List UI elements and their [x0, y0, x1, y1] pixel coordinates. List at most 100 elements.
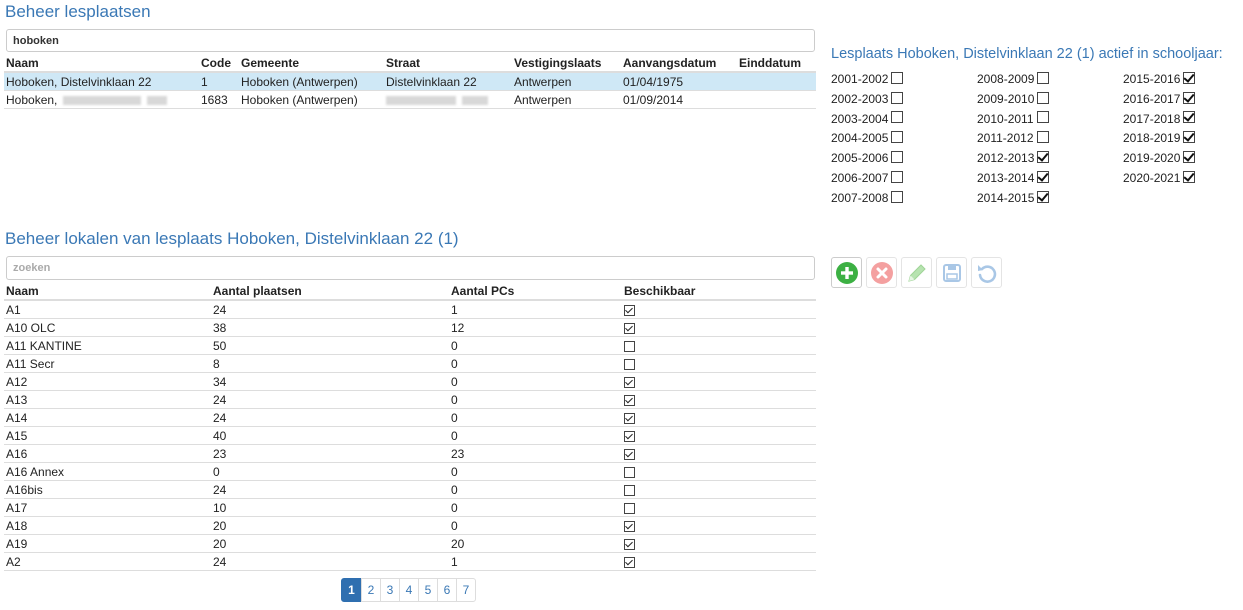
table-row[interactable]: A1 24 1 — [4, 300, 816, 319]
school-year-2006-2007[interactable]: 2006-2007 — [831, 170, 904, 185]
school-year-checkbox[interactable] — [891, 71, 904, 84]
page-7[interactable]: 7 — [456, 578, 476, 602]
available-checkbox[interactable] — [624, 430, 635, 442]
school-year-checkbox[interactable] — [891, 170, 904, 183]
school-year-2001-2002[interactable]: 2001-2002 — [831, 71, 904, 86]
page-5[interactable]: 5 — [418, 578, 438, 602]
save-button[interactable] — [936, 257, 967, 288]
table-row[interactable]: A13 24 0 — [4, 390, 816, 409]
school-year-2015-2016[interactable]: 2015-2016 — [1123, 71, 1196, 86]
column-header[interactable]: Aantal plaatsen — [211, 283, 449, 301]
table-row[interactable]: A17 10 0 — [4, 498, 816, 517]
column-header[interactable]: Gemeente — [239, 55, 384, 73]
school-year-2010-2011[interactable]: 2010-2011 — [977, 111, 1049, 126]
table-row[interactable]: A11 Secr 8 0 — [4, 354, 816, 373]
school-year-checkbox[interactable] — [1183, 111, 1196, 124]
school-year-checkbox[interactable] — [1037, 190, 1050, 203]
school-year-2003-2004[interactable]: 2003-2004 — [831, 111, 904, 126]
available-checkbox[interactable] — [624, 466, 635, 478]
school-year-2013-2014[interactable]: 2013-2014 — [977, 170, 1050, 185]
school-year-checkbox[interactable] — [1037, 91, 1050, 104]
location-search-input[interactable] — [6, 29, 815, 52]
available-checkbox[interactable] — [624, 304, 635, 316]
available-checkbox[interactable] — [624, 448, 635, 460]
school-year-2018-2019[interactable]: 2018-2019 — [1123, 131, 1196, 145]
column-header[interactable]: Straat — [384, 55, 512, 73]
cell-pcs: 0 — [449, 426, 622, 445]
school-year-label: 2008-2009 — [977, 72, 1035, 86]
column-header[interactable]: Aanvangsdatum — [621, 55, 737, 73]
table-row[interactable]: A16bis 24 0 — [4, 480, 816, 499]
page-1[interactable]: 1 — [341, 578, 362, 602]
page-6[interactable]: 6 — [437, 578, 457, 602]
table-row[interactable]: A2 24 1 — [4, 552, 816, 571]
school-year-checkbox[interactable] — [891, 151, 904, 164]
table-row[interactable]: A16 Annex 0 0 — [4, 462, 816, 481]
school-year-checkbox[interactable] — [1037, 170, 1050, 183]
school-year-2007-2008[interactable]: 2007-2008 — [831, 190, 904, 205]
table-row[interactable]: A19 20 20 — [4, 534, 816, 553]
school-year-checkbox[interactable] — [1037, 151, 1050, 164]
school-year-checkbox[interactable] — [891, 131, 904, 144]
page-2[interactable]: 2 — [361, 578, 381, 602]
available-checkbox[interactable] — [624, 484, 635, 496]
table-row[interactable]: A15 40 0 — [4, 426, 816, 445]
column-header[interactable]: Vestigingslaats — [512, 55, 621, 73]
column-header[interactable]: Beschikbaar — [622, 283, 816, 301]
school-year-checkbox[interactable] — [891, 111, 904, 124]
available-checkbox[interactable] — [624, 556, 635, 568]
available-checkbox[interactable] — [624, 538, 635, 550]
table-row[interactable]: A18 20 0 — [4, 516, 816, 535]
school-year-2019-2020[interactable]: 2019-2020 — [1123, 151, 1196, 165]
school-year-checkbox[interactable] — [1183, 170, 1196, 183]
available-checkbox[interactable] — [624, 412, 635, 424]
column-header[interactable]: Naam — [4, 55, 199, 73]
column-header[interactable]: Code — [199, 55, 239, 73]
table-row[interactable]: A12 34 0 — [4, 372, 816, 391]
page-4[interactable]: 4 — [399, 578, 419, 602]
table-row[interactable]: A10 OLC 38 12 — [4, 318, 816, 337]
school-year-checkbox[interactable] — [1036, 131, 1049, 144]
cell-beschikbaar — [622, 534, 816, 553]
available-checkbox[interactable] — [624, 322, 635, 334]
delete-button[interactable] — [866, 257, 897, 288]
school-year-2005-2006[interactable]: 2005-2006 — [831, 151, 904, 165]
school-year-2014-2015[interactable]: 2014-2015 — [977, 190, 1050, 205]
school-year-2004-2005[interactable]: 2004-2005 — [831, 131, 904, 145]
undo-button[interactable] — [971, 257, 1002, 288]
school-year-checkbox[interactable] — [891, 190, 904, 203]
available-checkbox[interactable] — [624, 358, 635, 370]
available-checkbox[interactable] — [624, 520, 635, 532]
add-button[interactable] — [831, 257, 862, 288]
school-year-checkbox[interactable] — [1183, 71, 1196, 84]
table-row[interactable]: A11 KANTINE 50 0 — [4, 336, 816, 355]
available-checkbox[interactable] — [624, 394, 635, 406]
room-search-input[interactable] — [6, 256, 815, 280]
school-year-checkbox[interactable] — [1036, 111, 1049, 124]
school-year-checkbox[interactable] — [1183, 131, 1196, 144]
page-3[interactable]: 3 — [380, 578, 400, 602]
school-year-2017-2018[interactable]: 2017-2018 — [1123, 111, 1196, 126]
school-year-2008-2009[interactable]: 2008-2009 — [977, 71, 1050, 86]
available-checkbox[interactable] — [624, 340, 635, 352]
column-header[interactable]: Aantal PCs — [449, 283, 622, 301]
school-year-checkbox[interactable] — [891, 91, 904, 104]
school-year-2011-2012[interactable]: 2011-2012 — [977, 131, 1049, 145]
school-year-2012-2013[interactable]: 2012-2013 — [977, 151, 1050, 165]
table-row[interactable]: Hoboken, 1683 Hoboken (Antwerpen) Antwerpen… — [4, 90, 816, 109]
school-year-2009-2010[interactable]: 2009-2010 — [977, 91, 1050, 106]
school-year-checkbox[interactable] — [1183, 91, 1196, 104]
school-year-2016-2017[interactable]: 2016-2017 — [1123, 91, 1196, 106]
school-year-checkbox[interactable] — [1037, 71, 1050, 84]
edit-button[interactable] — [901, 257, 932, 288]
column-header[interactable]: Naam — [4, 283, 211, 301]
available-checkbox[interactable] — [624, 376, 635, 388]
table-row[interactable]: A14 24 0 — [4, 408, 816, 427]
table-row[interactable]: Hoboken, Distelvinklaan 22 1 Hoboken (Antw… — [4, 72, 816, 91]
column-header[interactable]: Einddatum — [737, 55, 816, 73]
school-year-2002-2003[interactable]: 2002-2003 — [831, 91, 904, 106]
available-checkbox[interactable] — [624, 502, 635, 514]
table-row[interactable]: A16 23 23 — [4, 444, 816, 463]
school-year-checkbox[interactable] — [1183, 151, 1196, 164]
school-year-2020-2021[interactable]: 2020-2021 — [1123, 170, 1196, 185]
